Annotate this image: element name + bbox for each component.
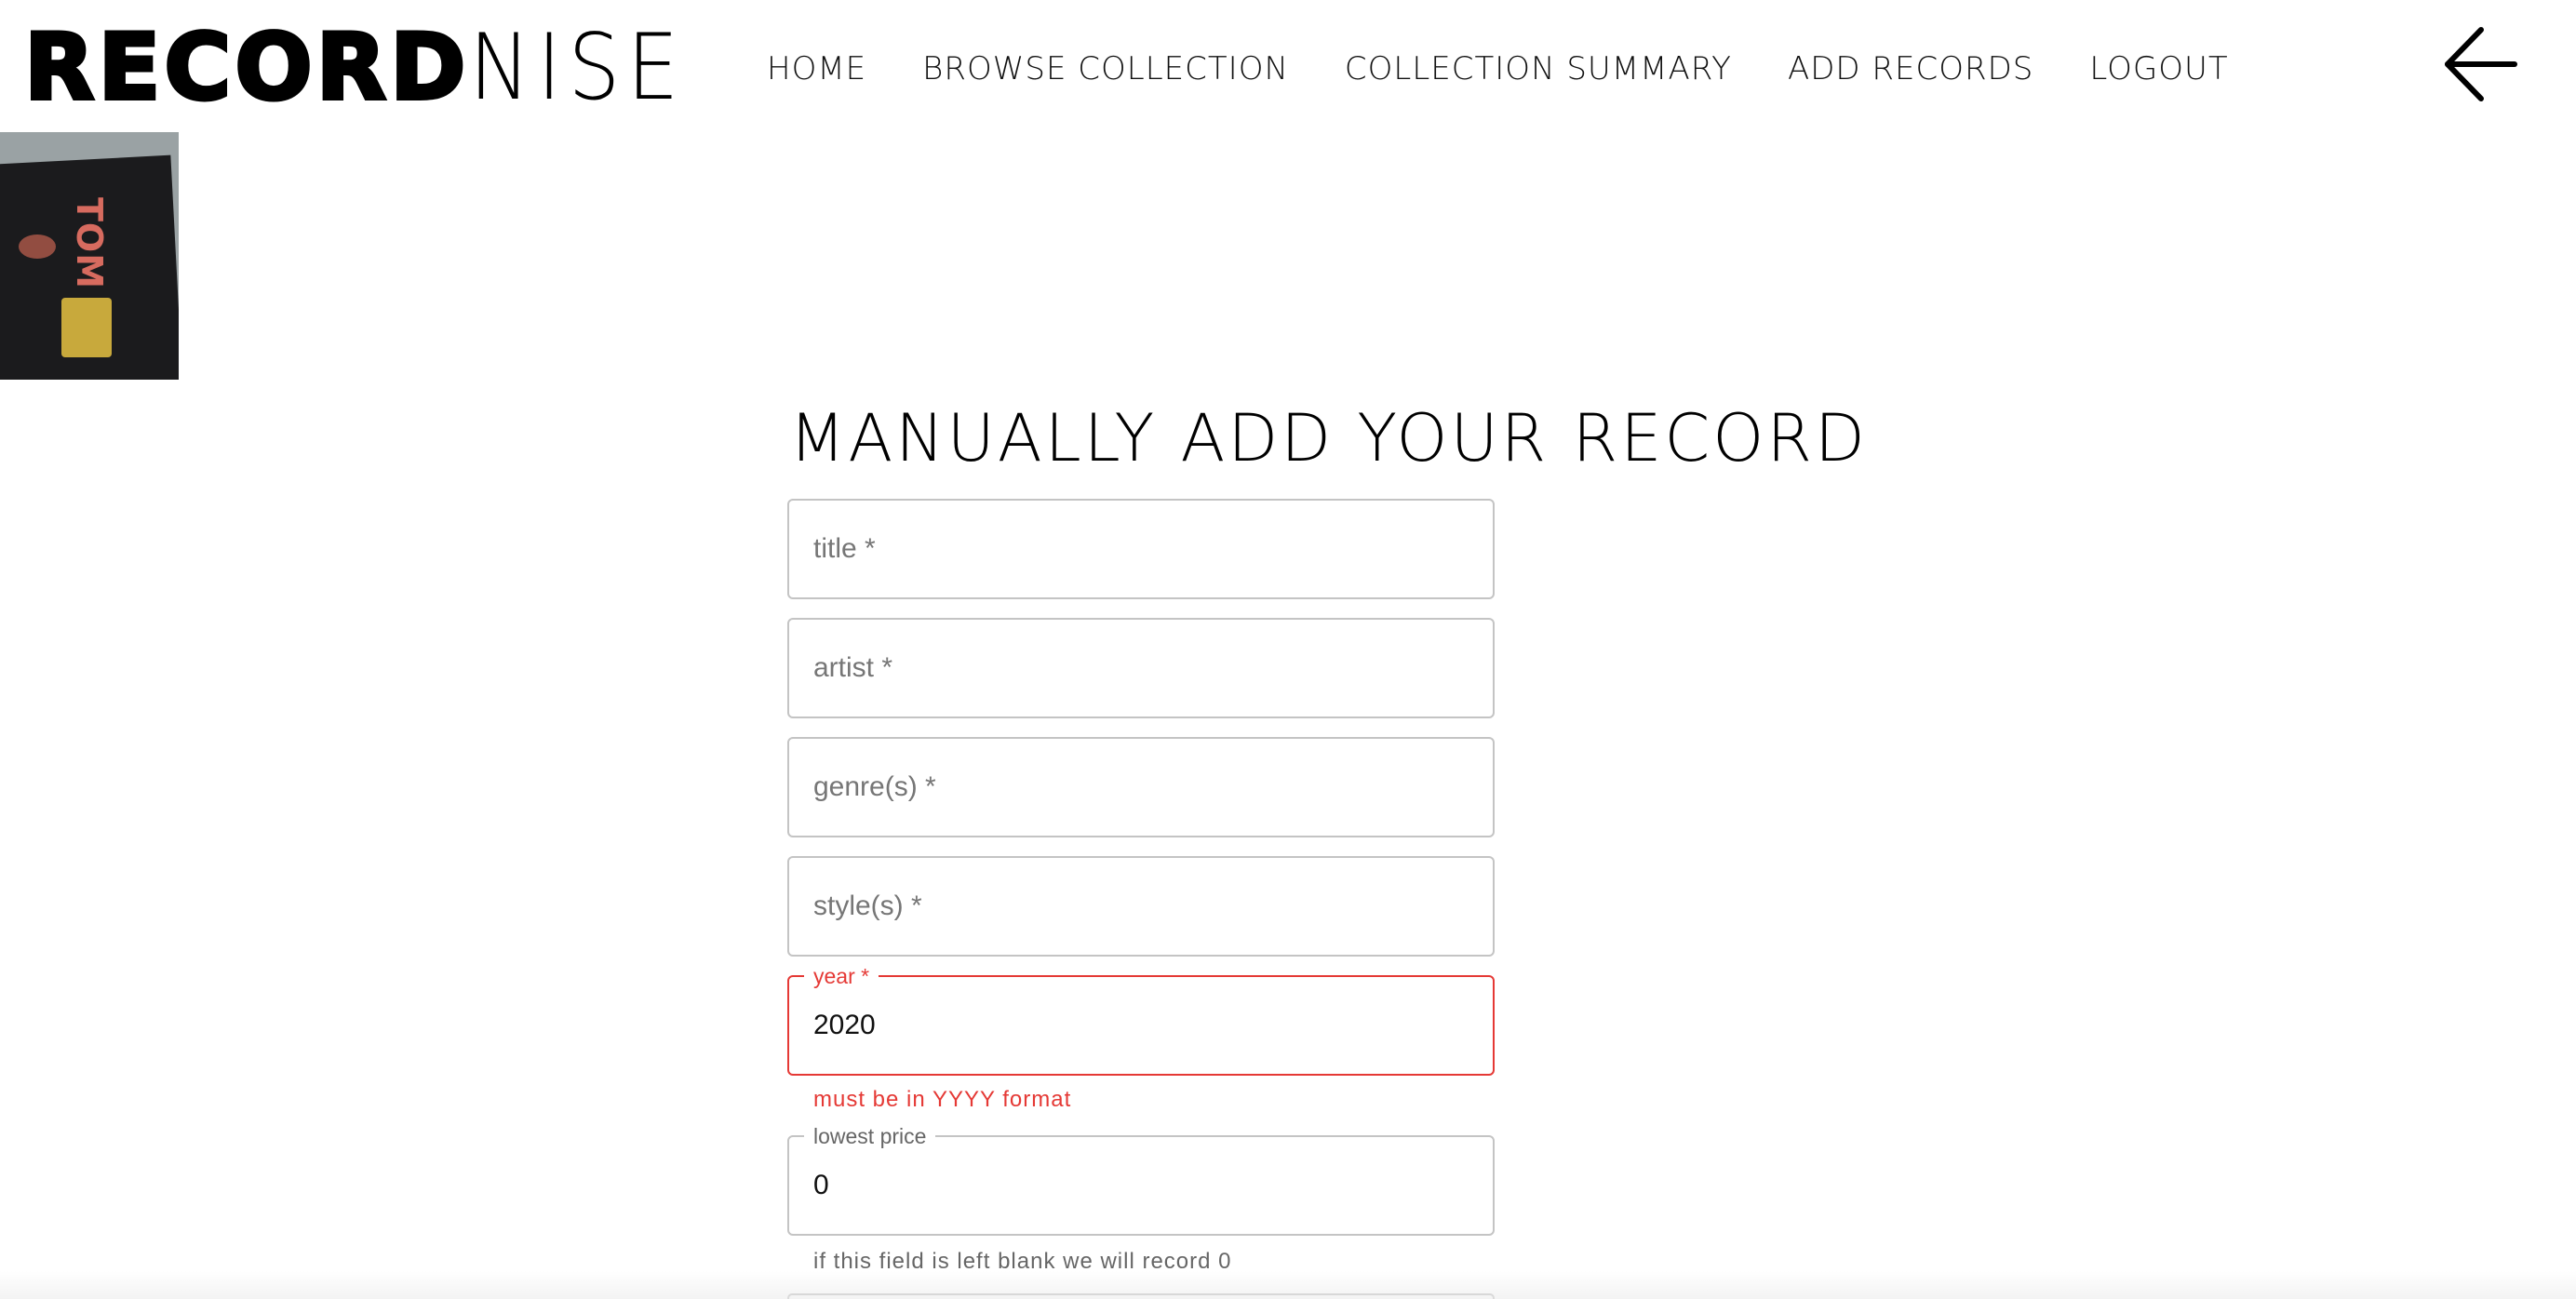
artist-field[interactable]: artist *	[787, 618, 1495, 718]
genres-placeholder: genre(s) *	[813, 771, 936, 802]
nav-browse-collection[interactable]: BROWSE COLLECTION	[922, 45, 1289, 93]
year-field[interactable]: year * 2020	[787, 964, 1495, 1076]
styles-field[interactable]: style(s) *	[787, 856, 1495, 957]
album-cover-image: TOM ZÉ	[0, 132, 179, 380]
title-placeholder: title *	[813, 533, 876, 564]
lowest-price-field[interactable]: lowest price 0	[787, 1124, 1495, 1236]
brand-logo-thin: NISE	[469, 15, 686, 121]
main-nav: HOME BROWSE COLLECTION COLLECTION SUMMAR…	[767, 45, 2285, 93]
page-title: MANUALLY ADD YOUR RECORD	[789, 400, 1868, 476]
page: RECORD NISE HOME BROWSE COLLECTION COLLE…	[0, 0, 2576, 1299]
nav-home[interactable]: HOME	[767, 45, 866, 93]
brand-logo[interactable]: RECORD NISE	[22, 15, 710, 121]
artist-placeholder: artist *	[813, 652, 893, 683]
bottom-shadow	[0, 1271, 2576, 1299]
styles-placeholder: style(s) *	[813, 891, 922, 921]
album-sticker	[61, 298, 112, 357]
album-art-figure	[19, 234, 56, 259]
year-error-message: must be in YYYY format	[813, 1087, 1072, 1112]
nav-collection-summary[interactable]: COLLECTION SUMMARY	[1345, 45, 1732, 93]
nav-add-records[interactable]: ADD RECORDS	[1788, 45, 2033, 93]
brand-logo-bold: RECORD	[22, 15, 470, 121]
year-value: 2020	[813, 1010, 876, 1040]
nav-logout[interactable]: LOGOUT	[2089, 45, 2228, 93]
title-field[interactable]: title *	[787, 499, 1495, 599]
arrow-left-icon[interactable]	[2440, 24, 2520, 104]
lowest-price-value: 0	[813, 1170, 829, 1200]
genres-field[interactable]: genre(s) *	[787, 737, 1495, 837]
